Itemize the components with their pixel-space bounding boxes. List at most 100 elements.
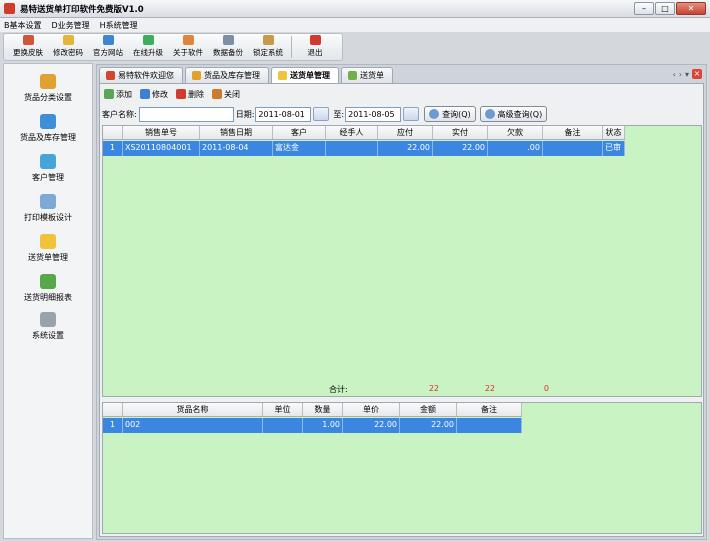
sidebar-item-1[interactable]: 货品及库存管理 — [4, 114, 92, 143]
tab-prev-icon[interactable]: ‹ — [673, 70, 676, 79]
tab-next-icon[interactable]: › — [679, 70, 682, 79]
toolbar-button-6[interactable]: 锁定系统 — [250, 35, 286, 58]
sidebar-item-label: 打印模板设计 — [24, 213, 72, 222]
action-icon-1 — [140, 89, 150, 99]
window-title: 易特送货单打印软件免费版V1.0 — [20, 4, 144, 15]
orders-grid: 销售单号 销售日期 客户 经手人 应付 实付 欠款 备注 状态 1 XS20110804001 20… — [102, 125, 702, 397]
orders-header-cell: 状态 — [603, 126, 625, 139]
tab-2[interactable]: 送货单管理 — [271, 67, 339, 83]
menu-system[interactable]: H系统管理 — [100, 20, 138, 31]
total-owed: 0 — [543, 384, 549, 393]
advanced-query-button[interactable]: 高级查询(Q) — [479, 106, 548, 122]
toolbar-button-7[interactable]: 退出 — [297, 35, 333, 58]
query-label: 查询(Q) — [442, 109, 471, 119]
filter-bar: 客户名称: 日期: 2011-08-01 至: 2011-08-05 查询(Q)… — [102, 104, 702, 124]
action-button-3[interactable]: 关闭 — [212, 89, 240, 100]
orders-totals: 合计: 22 22 0 — [103, 384, 701, 396]
tab-navigation: ‹ › ▾ × — [673, 69, 702, 79]
orders-header-cell: 客户 — [273, 126, 326, 139]
advanced-search-icon — [484, 109, 495, 119]
tab-close-icon[interactable]: × — [692, 69, 702, 79]
details-cell: 002 — [123, 418, 263, 433]
orders-header-cell: 销售日期 — [200, 126, 273, 139]
toolbar-button-1[interactable]: 修改密码 — [50, 35, 86, 58]
window-controls: – □ ✕ — [634, 2, 706, 15]
orders-header-cell: 经手人 — [326, 126, 378, 139]
toolbar-label: 退出 — [307, 48, 323, 57]
details-cell — [263, 418, 303, 433]
sidebar-item-label: 客户管理 — [32, 173, 64, 182]
minimize-button[interactable]: – — [634, 2, 654, 15]
toolbar-label: 修改密码 — [53, 48, 83, 57]
sidebar-item-label: 系统设置 — [32, 331, 64, 340]
details-row[interactable]: 1 002 1.00 22.00 22.00 — [103, 418, 522, 433]
sidebar-icon-1 — [40, 114, 56, 129]
action-button-1[interactable]: 修改 — [140, 89, 168, 100]
action-label: 修改 — [152, 89, 168, 99]
sidebar-item-label: 货品分类设置 — [24, 93, 72, 102]
toolbar-button-3[interactable]: 在线升级 — [130, 35, 166, 58]
toolbar-icon-5 — [222, 35, 234, 45]
sidebar-item-4[interactable]: 送货单管理 — [4, 234, 92, 263]
orders-header-cell: 备注 — [543, 126, 603, 139]
menu-bar: B基本设置 D业务管理 H系统管理 — [0, 18, 710, 32]
orders-cell: .00 — [488, 141, 543, 156]
tab-3[interactable]: 送货单 — [341, 67, 393, 83]
tab-label: 送货单管理 — [290, 71, 330, 80]
date-to-input[interactable]: 2011-08-05 — [345, 106, 402, 122]
orders-header-cell — [103, 126, 123, 139]
orders-header-cell: 应付 — [378, 126, 433, 139]
tab-1[interactable]: 货品及库存管理 — [185, 67, 269, 83]
details-cell: 22.00 — [400, 418, 457, 433]
sidebar-item-5[interactable]: 送货明细报表 — [4, 274, 92, 303]
menu-business[interactable]: D业务管理 — [52, 20, 90, 31]
orders-cell — [543, 141, 603, 156]
total-payable: 22 — [428, 384, 439, 393]
tab-0[interactable]: 易特软件欢迎您 — [99, 67, 183, 83]
delivery-panel: 添加 修改 删除 关闭 客户名称: 日期: 2011-08-01 至: 2011-08… — [99, 83, 704, 537]
maximize-button[interactable]: □ — [655, 2, 675, 15]
orders-cell — [326, 141, 378, 156]
toolbar-label: 在线升级 — [133, 48, 163, 57]
toolbar-label: 官方网站 — [93, 48, 123, 57]
sidebar-icon-3 — [40, 194, 56, 209]
orders-header-cell: 销售单号 — [123, 126, 200, 139]
toolbar-button-2[interactable]: 官方网站 — [90, 35, 126, 58]
tab-list-icon[interactable]: ▾ — [685, 70, 689, 79]
date-from-calendar-icon[interactable] — [313, 107, 330, 121]
toolbar-icon-7 — [309, 35, 321, 45]
toolbar-label: 更换皮肤 — [13, 48, 43, 57]
toolbar-button-4[interactable]: 关于软件 — [170, 35, 206, 58]
action-button-0[interactable]: 添加 — [104, 89, 132, 100]
customer-input[interactable] — [138, 106, 234, 122]
sidebar-item-label: 送货明细报表 — [24, 293, 72, 302]
orders-row[interactable]: 1 XS20110804001 2011-08-04 富达金 22.00 22.00.00… — [103, 141, 625, 156]
toolbar-icon-2 — [102, 35, 114, 45]
sidebar-item-0[interactable]: 货品分类设置 — [4, 74, 92, 103]
action-bar: 添加 修改 删除 关闭 — [102, 86, 240, 102]
sidebar-item-label: 送货单管理 — [28, 253, 68, 262]
orders-cell: 2011-08-04 — [200, 141, 273, 156]
sidebar-item-6[interactable]: 系统设置 — [4, 312, 92, 341]
action-button-2[interactable]: 删除 — [176, 89, 204, 100]
orders-header-cell: 实付 — [433, 126, 488, 139]
date-from-input[interactable]: 2011-08-01 — [255, 106, 312, 122]
sidebar-item-2[interactable]: 客户管理 — [4, 154, 92, 183]
sidebar-item-3[interactable]: 打印模板设计 — [4, 194, 92, 223]
toolbar-label: 锁定系统 — [253, 48, 283, 57]
sidebar-icon-0 — [40, 74, 56, 89]
sidebar-icon-5 — [40, 274, 56, 289]
date-to-calendar-icon[interactable] — [403, 107, 420, 121]
action-icon-0 — [104, 89, 114, 99]
toolbar-button-0[interactable]: 更换皮肤 — [10, 35, 46, 58]
tab-label: 易特软件欢迎您 — [118, 71, 174, 80]
toolbar-button-5[interactable]: 数据备份 — [210, 35, 246, 58]
toolbar: 更换皮肤 修改密码 官方网站 在线升级 关于软件 数据备份 锁定系统 退出 — [3, 33, 343, 61]
action-label: 删除 — [188, 89, 204, 99]
sidebar-icon-6 — [40, 312, 56, 327]
query-button[interactable]: 查询(Q) — [424, 106, 476, 122]
action-icon-3 — [212, 89, 222, 99]
close-button[interactable]: ✕ — [676, 2, 706, 15]
sidebar: 货品分类设置货品及库存管理客户管理打印模板设计 送货单管理送货明细报表 系统设置 — [3, 63, 93, 539]
menu-basic-settings[interactable]: B基本设置 — [4, 20, 42, 31]
